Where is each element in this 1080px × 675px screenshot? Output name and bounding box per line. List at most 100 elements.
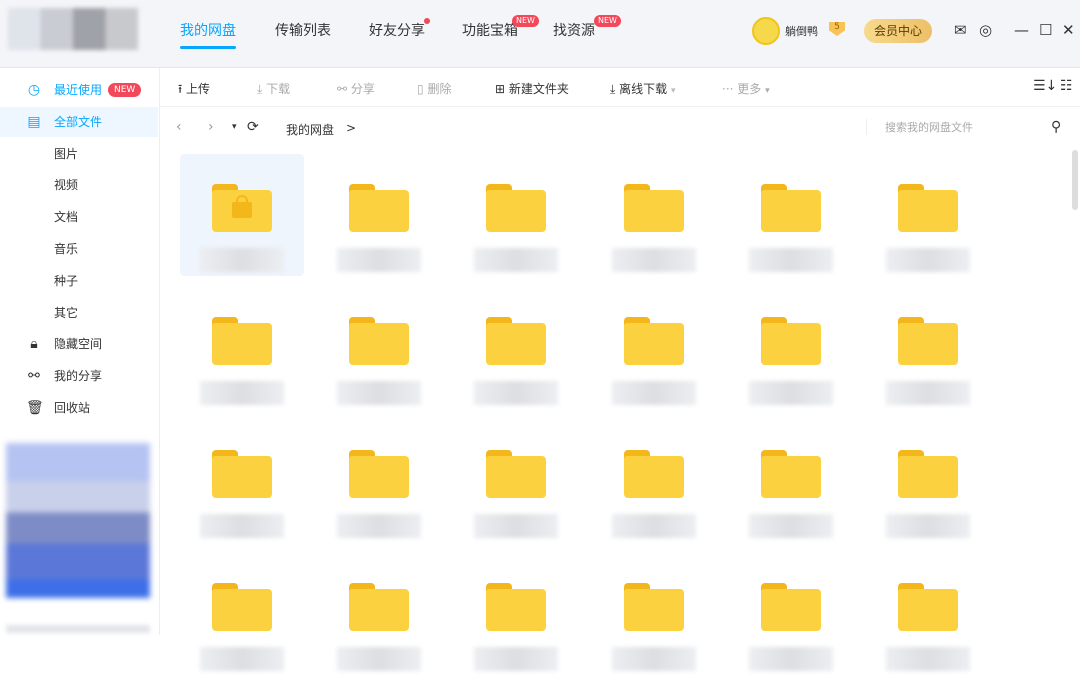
sidebar-item[interactable]: 文档 xyxy=(0,202,158,232)
folder-item[interactable] xyxy=(866,420,990,542)
sidebar-item-label: 视频 xyxy=(54,170,78,200)
folder-item[interactable] xyxy=(866,553,990,675)
search-icon[interactable]: ⚲ xyxy=(1051,119,1061,135)
folder-icon xyxy=(898,317,958,365)
folder-item[interactable] xyxy=(180,420,304,542)
folder-name-blurred xyxy=(886,248,970,272)
folder-item[interactable] xyxy=(454,154,578,276)
sidebar-item[interactable]: 图片 xyxy=(0,139,158,169)
mail-icon[interactable]: ✉ xyxy=(954,21,967,39)
folder-name-blurred xyxy=(337,647,421,671)
delete-button[interactable]: ▯ 删除 xyxy=(417,80,451,97)
level-badge: 5 xyxy=(829,22,845,36)
sidebar-item-label: 回收站 xyxy=(54,393,90,423)
sidebar-item[interactable]: 🔒︎隐藏空间 xyxy=(0,329,158,359)
lock-icon: 🔒︎ xyxy=(26,329,42,359)
username[interactable]: 躺倒鸭 xyxy=(785,23,818,39)
folder-icon xyxy=(486,450,546,498)
refresh-icon[interactable]: ⟳ xyxy=(247,119,259,135)
avatar[interactable] xyxy=(752,17,780,45)
file-grid xyxy=(160,148,1070,635)
folder-item[interactable] xyxy=(729,420,853,542)
folder-item[interactable] xyxy=(729,553,853,675)
folder-item[interactable] xyxy=(317,420,441,542)
folder-item[interactable] xyxy=(180,287,304,409)
tab-find-resources[interactable]: 找资源 xyxy=(553,20,595,40)
folder-item[interactable] xyxy=(454,420,578,542)
download-icon: ⤓ xyxy=(257,82,262,96)
folder-item[interactable] xyxy=(592,420,716,542)
breadcrumb-bar: ‹ › ▾ ⟳ 我的网盘 > 搜索我的网盘文件 ⚲ xyxy=(160,107,1080,148)
folder-item[interactable] xyxy=(866,154,990,276)
folder-item[interactable] xyxy=(866,287,990,409)
download-button[interactable]: ⤓ 下载 xyxy=(257,80,290,97)
search-input[interactable]: 搜索我的网盘文件 xyxy=(866,119,1066,135)
folder-name-blurred xyxy=(337,248,421,272)
offline-download-button[interactable]: ⤓ 离线下载 ▾ xyxy=(610,80,676,97)
folder-name-blurred xyxy=(474,647,558,671)
sidebar-item-label: 音乐 xyxy=(54,234,78,264)
tab-toolbox[interactable]: 功能宝箱 xyxy=(462,20,518,40)
folder-item[interactable] xyxy=(317,154,441,276)
forward-icon[interactable]: › xyxy=(208,119,214,135)
vip-center-button[interactable]: 会员中心 xyxy=(864,19,932,43)
sidebar-item[interactable]: 种子 xyxy=(0,266,158,296)
sidebar-item[interactable]: ⚯我的分享 xyxy=(0,361,158,391)
folder-item[interactable] xyxy=(592,154,716,276)
sidebar-item[interactable]: 其它 xyxy=(0,298,158,328)
sidebar-item-label: 最近使用 xyxy=(54,75,102,105)
share-button[interactable]: ⚯ 分享 xyxy=(337,80,375,97)
folder-name-blurred xyxy=(200,381,284,405)
delete-label: 删除 xyxy=(427,82,451,96)
upload-button[interactable]: ⭱ 上传 xyxy=(178,80,210,101)
sort-icon[interactable]: ☰↓ xyxy=(1033,78,1057,94)
folder-icon xyxy=(486,317,546,365)
close-icon[interactable]: ✕ xyxy=(1062,21,1075,39)
folder-icon xyxy=(624,450,684,498)
list-view-icon[interactable]: ☷ xyxy=(1060,78,1073,94)
tab-transfer-list[interactable]: 传输列表 xyxy=(275,20,331,40)
folder-item[interactable] xyxy=(180,553,304,675)
sidebar-item[interactable]: ◷最近使用NEW xyxy=(0,75,158,105)
folder-item[interactable] xyxy=(454,553,578,675)
new-folder-label: 新建文件夹 xyxy=(509,82,569,96)
breadcrumb-root[interactable]: 我的网盘 xyxy=(286,121,334,138)
upload-label: 上传 xyxy=(186,82,210,96)
folder-item[interactable] xyxy=(729,287,853,409)
history-dropdown-icon[interactable]: ▾ xyxy=(232,122,237,132)
back-icon[interactable]: ‹ xyxy=(176,119,182,135)
folder-item[interactable] xyxy=(592,287,716,409)
settings-icon[interactable]: ◎ xyxy=(979,21,992,39)
folder-item[interactable] xyxy=(454,287,578,409)
scrollbar[interactable] xyxy=(1072,150,1078,210)
offline-download-label: 离线下载 xyxy=(619,82,667,96)
new-folder-button[interactable]: ⊞ 新建文件夹 xyxy=(495,80,569,97)
chevron-down-icon: ▾ xyxy=(671,86,676,96)
folder-item[interactable] xyxy=(317,287,441,409)
tab-my-disk[interactable]: 我的网盘 xyxy=(180,20,236,40)
sidebar-item[interactable]: 🗑︎回收站 xyxy=(0,393,158,423)
folder-item[interactable] xyxy=(729,154,853,276)
new-badge: NEW xyxy=(108,83,141,97)
download-label: 下载 xyxy=(266,82,290,96)
minimize-icon[interactable]: — xyxy=(1014,21,1029,39)
folder-item[interactable] xyxy=(592,553,716,675)
sidebar-item[interactable]: 视频 xyxy=(0,170,158,200)
file-icon: ▤ xyxy=(26,107,42,137)
folder-item[interactable] xyxy=(180,154,304,276)
folder-name-blurred xyxy=(612,647,696,671)
folder-icon xyxy=(761,450,821,498)
notification-dot xyxy=(424,18,430,24)
more-button[interactable]: ··· 更多 ▾ xyxy=(722,80,770,97)
folder-item[interactable] xyxy=(317,553,441,675)
sidebar-item[interactable]: 音乐 xyxy=(0,234,158,264)
folder-name-blurred xyxy=(749,381,833,405)
folder-icon xyxy=(898,583,958,631)
share-label: 分享 xyxy=(351,82,375,96)
folder-icon xyxy=(486,184,546,232)
promo-banner[interactable] xyxy=(6,443,150,598)
breadcrumb-separator: > xyxy=(346,121,356,135)
tab-friend-share[interactable]: 好友分享 xyxy=(369,20,425,40)
sidebar-item[interactable]: ▤全部文件 xyxy=(0,107,158,137)
maximize-icon[interactable]: ☐ xyxy=(1039,21,1052,39)
